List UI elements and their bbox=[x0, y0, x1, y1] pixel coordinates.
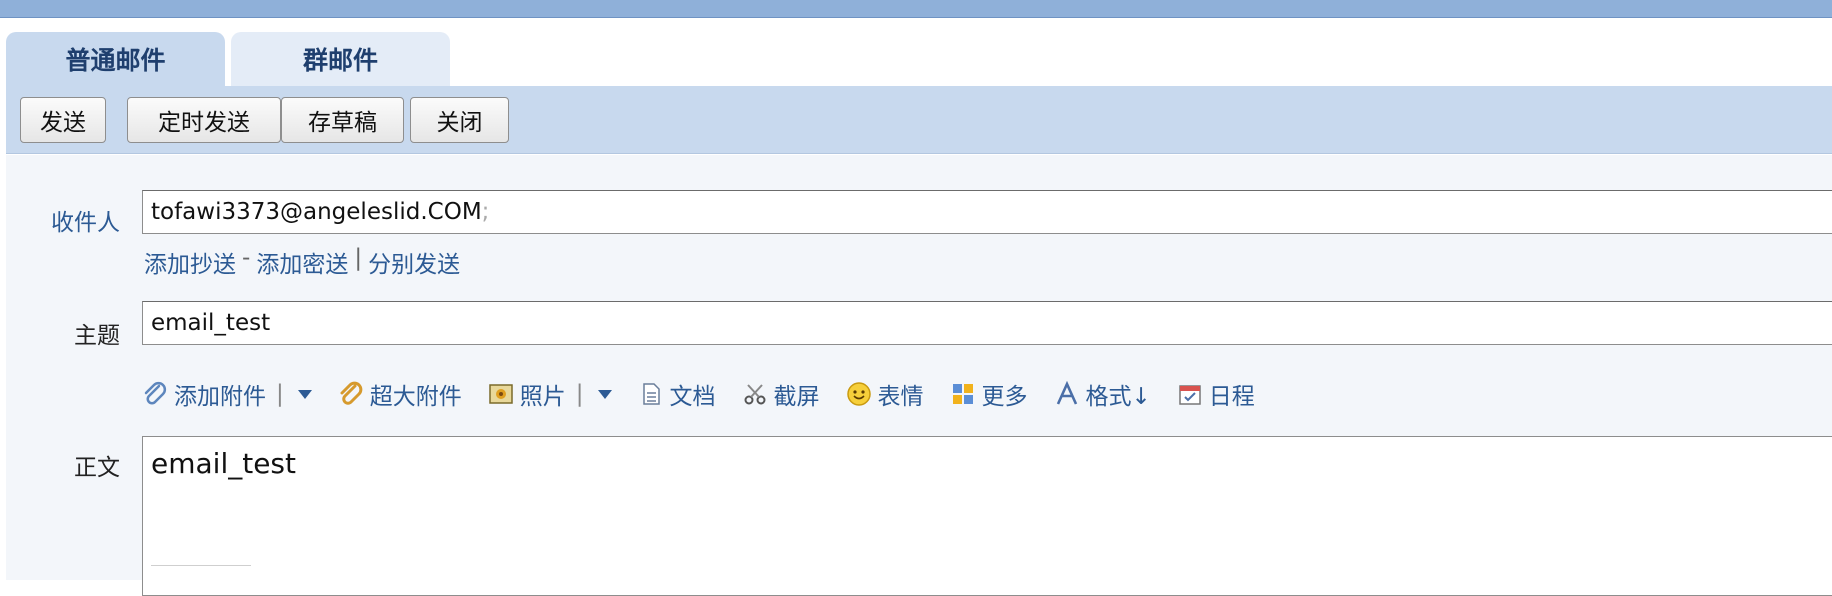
scissors-icon bbox=[742, 381, 768, 407]
add-bcc-link[interactable]: 添加密送 bbox=[256, 245, 348, 279]
body-editor[interactable]: email_test bbox=[142, 436, 1832, 596]
save-draft-button[interactable]: 存草稿 bbox=[281, 97, 404, 143]
emoji-button[interactable]: 表情 bbox=[846, 377, 924, 411]
screenshot-button[interactable]: 截屏 bbox=[742, 377, 820, 411]
format-label: 格式↓ bbox=[1085, 384, 1151, 410]
grid-icon bbox=[950, 381, 976, 407]
photo-label: 照片 bbox=[519, 384, 566, 410]
subject-field[interactable]: email_test bbox=[142, 301, 1832, 345]
compose-toolbar: 发送 定时发送 存草稿 关闭 bbox=[6, 86, 1832, 154]
to-value: tofawi3373@angeleslid.COM bbox=[151, 199, 482, 225]
scheduled-send-button[interactable]: 定时发送 bbox=[127, 97, 281, 143]
to-separator: ; bbox=[481, 199, 490, 225]
more-button[interactable]: 更多 bbox=[950, 377, 1028, 411]
chevron-down-icon[interactable] bbox=[597, 389, 612, 399]
to-label: 收件人 bbox=[51, 210, 120, 236]
large-attachment-label: 超大附件 bbox=[369, 384, 462, 410]
body-label: 正文 bbox=[74, 455, 120, 481]
subject-label: 主题 bbox=[74, 323, 120, 349]
attachment-toolbar: 添加附件 | 超大附件 照片 | 文档 截屏 表情 更多 格式↓ 日程 bbox=[142, 378, 1281, 410]
emoji-label: 表情 bbox=[877, 384, 924, 410]
link-separator: - bbox=[242, 245, 251, 271]
paperclip-icon bbox=[142, 381, 168, 407]
chevron-down-icon[interactable] bbox=[297, 389, 312, 399]
large-paperclip-icon bbox=[338, 381, 364, 407]
to-field[interactable]: tofawi3373@angeleslid.COM; bbox=[142, 190, 1832, 234]
subject-value: email_test bbox=[151, 310, 271, 336]
document-button[interactable]: 文档 bbox=[638, 377, 716, 411]
send-separately-link[interactable]: 分别发送 bbox=[368, 245, 460, 279]
tab-group-mail[interactable]: 群邮件 bbox=[231, 32, 450, 86]
smiley-icon bbox=[846, 381, 872, 407]
add-attachment-button[interactable]: 添加附件 | bbox=[142, 377, 312, 411]
calendar-icon bbox=[1177, 381, 1203, 407]
link-divider: | bbox=[354, 245, 363, 271]
font-a-icon bbox=[1054, 381, 1080, 407]
body-text: email_test bbox=[151, 447, 296, 480]
screenshot-label: 截屏 bbox=[773, 384, 820, 410]
large-attachment-button[interactable]: 超大附件 bbox=[338, 377, 462, 411]
document-label: 文档 bbox=[669, 384, 716, 410]
send-button[interactable]: 发送 bbox=[20, 97, 106, 143]
document-icon bbox=[638, 381, 664, 407]
format-button[interactable]: 格式↓ bbox=[1054, 377, 1151, 411]
recipient-links: 添加抄送 - 添加密送 | 分别发送 bbox=[144, 245, 460, 279]
pipe-divider: | bbox=[276, 381, 284, 407]
close-button[interactable]: 关闭 bbox=[410, 97, 509, 143]
add-attachment-label: 添加附件 bbox=[174, 384, 266, 410]
more-label: 更多 bbox=[981, 384, 1028, 410]
tab-normal-mail[interactable]: 普通邮件 bbox=[6, 32, 225, 86]
schedule-label: 日程 bbox=[1208, 384, 1255, 410]
pipe-divider: | bbox=[575, 381, 584, 407]
signature-divider bbox=[151, 565, 251, 566]
top-bar bbox=[0, 0, 1832, 18]
photo-button[interactable]: 照片 | bbox=[488, 377, 612, 411]
schedule-button[interactable]: 日程 bbox=[1177, 377, 1255, 411]
photo-icon bbox=[488, 381, 514, 407]
add-cc-link[interactable]: 添加抄送 bbox=[144, 245, 236, 279]
